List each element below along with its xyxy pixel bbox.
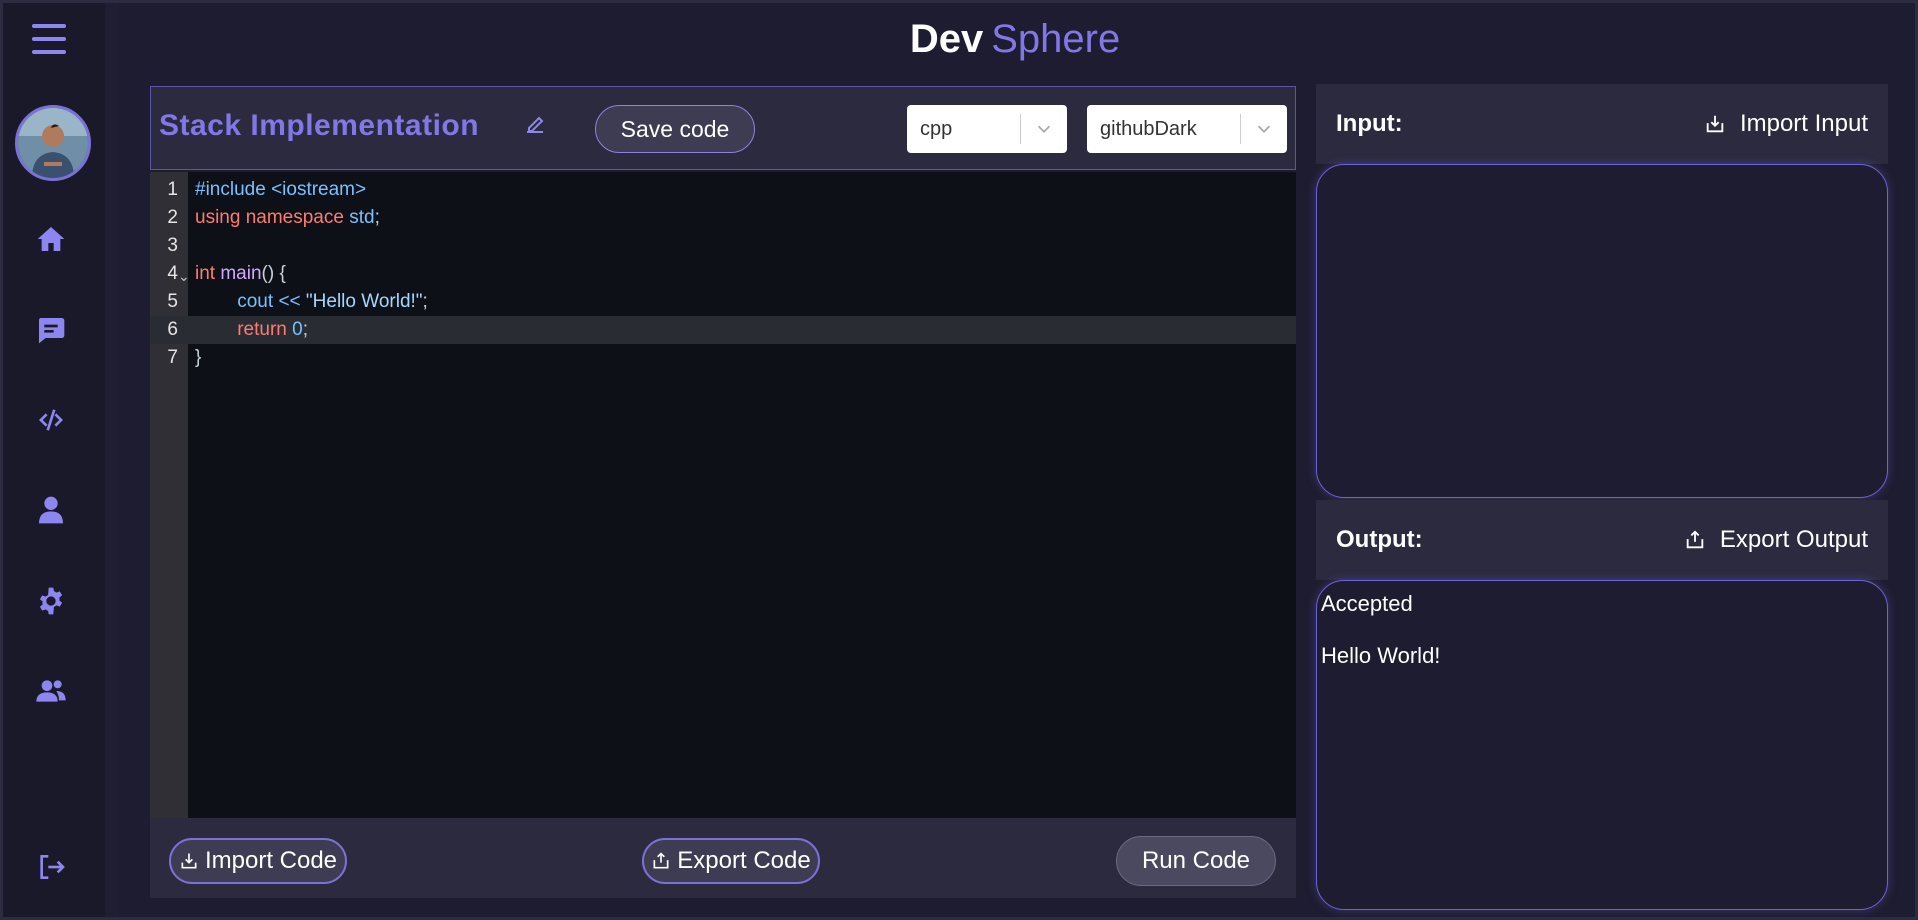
- logout-icon[interactable]: [29, 845, 73, 889]
- code-line[interactable]: 7}: [150, 344, 1296, 372]
- export-icon: [1686, 530, 1704, 549]
- save-code-button[interactable]: Save code: [595, 105, 755, 153]
- gear-icon[interactable]: [29, 579, 73, 623]
- chevron-down-icon: [1021, 120, 1067, 138]
- import-input-label: Import Input: [1739, 110, 1868, 137]
- theme-select-value: githubDark: [1100, 117, 1197, 140]
- export-output-button[interactable]: Export Output: [1684, 526, 1868, 554]
- user-icon[interactable]: [29, 488, 73, 532]
- output-label: Output:: [1336, 526, 1423, 553]
- import-icon: [181, 853, 197, 869]
- line-number: 3: [167, 235, 178, 256]
- code-text: return 0;: [237, 319, 309, 340]
- brand-sphere: Sphere: [991, 17, 1121, 61]
- edit-title-icon[interactable]: [523, 112, 547, 136]
- input-textarea[interactable]: [1316, 164, 1888, 498]
- code-line[interactable]: 2 using namespace std;: [150, 204, 1296, 232]
- line-number: 5: [167, 291, 178, 312]
- users-icon[interactable]: [29, 669, 73, 713]
- input-header: Input: Import Input: [1316, 84, 1888, 164]
- line-number: 1: [167, 179, 178, 200]
- code-text: using namespace std;: [195, 207, 380, 228]
- code-line[interactable]: 1 #include <iostream>: [150, 176, 1296, 204]
- line-number: 2: [167, 207, 178, 228]
- output-header: Output: Export Output: [1316, 500, 1888, 580]
- export-icon: [653, 852, 669, 869]
- line-number: 6: [167, 319, 178, 340]
- output-status: Accepted: [1321, 591, 1413, 616]
- run-code-button[interactable]: Run Code: [1116, 836, 1276, 886]
- import-code-label: Import Code: [204, 847, 338, 874]
- document-title: Stack Implementation: [159, 109, 480, 142]
- editor-toolbar: Stack Implementation Save code cpp githu…: [150, 86, 1296, 170]
- code-line[interactable]: 5 cout << "Hello World!";: [150, 288, 1296, 316]
- import-icon: [1706, 115, 1724, 133]
- chat-icon[interactable]: [29, 308, 73, 352]
- export-output-label: Export Output: [1719, 526, 1868, 553]
- import-input-button[interactable]: Import Input: [1704, 110, 1868, 138]
- avatar[interactable]: [15, 105, 91, 181]
- input-label: Input:: [1336, 110, 1403, 137]
- export-code-label: Export Code: [677, 847, 811, 874]
- code-line[interactable]: 3: [150, 232, 1296, 260]
- chevron-down-icon: [1241, 120, 1287, 138]
- code-editor[interactable]: 1 #include <iostream> 2 using namespace std…: [150, 172, 1296, 818]
- brand-dev: Dev: [909, 17, 984, 61]
- code-text: }: [195, 347, 202, 368]
- sidebar-divider: [105, 3, 119, 917]
- output-box: Accepted Hello World!: [1316, 580, 1888, 910]
- output-text: Hello World!: [1321, 643, 1441, 668]
- code-line[interactable]: 4 ⌄ int main() {: [150, 260, 1296, 288]
- line-number: 7: [167, 347, 178, 368]
- export-code-button[interactable]: Export Code: [642, 838, 820, 884]
- language-select-value: cpp: [920, 117, 953, 140]
- fold-chevron-icon[interactable]: ⌄: [178, 262, 190, 290]
- language-select[interactable]: cpp: [907, 105, 1067, 153]
- code-text: #include <iostream>: [195, 179, 367, 200]
- editor-footer: Import Code Export Code Run Code: [150, 818, 1296, 898]
- editor-panel: Stack Implementation Save code cpp githu…: [150, 86, 1296, 898]
- code-line[interactable]: 6 return 0;: [150, 316, 1296, 344]
- code-icon[interactable]: [29, 398, 73, 442]
- code-text: cout << "Hello World!";: [237, 291, 428, 312]
- import-code-button[interactable]: Import Code: [169, 838, 347, 884]
- brand-title: Dev Sphere: [0, 14, 1918, 64]
- code-text: int main() {: [195, 263, 286, 284]
- avatar-image: [18, 108, 88, 178]
- sidebar: [3, 3, 105, 917]
- home-icon[interactable]: [29, 217, 73, 261]
- theme-select[interactable]: githubDark: [1087, 105, 1287, 153]
- line-number: 4: [167, 263, 178, 284]
